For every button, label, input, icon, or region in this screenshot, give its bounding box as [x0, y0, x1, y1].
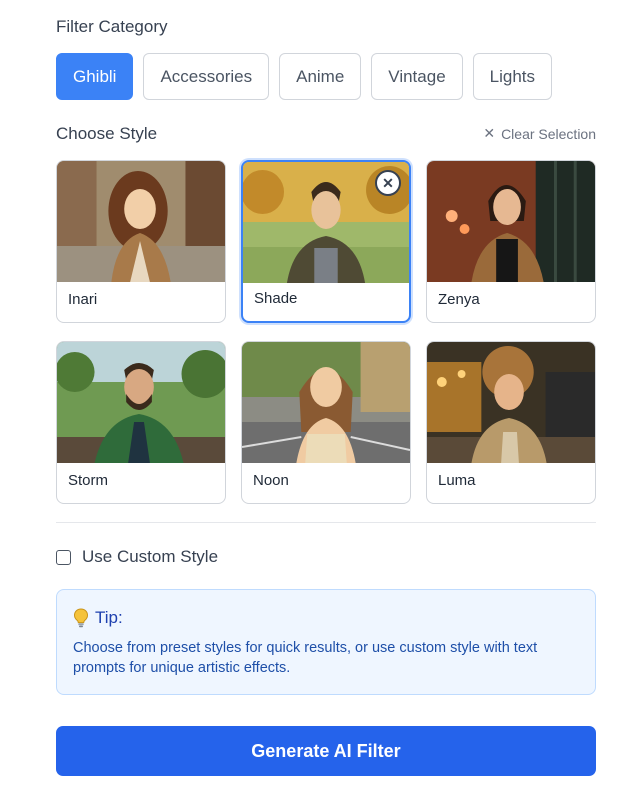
chip-vintage[interactable]: Vintage	[371, 53, 463, 100]
style-thumbnail	[427, 342, 595, 463]
chip-accessories[interactable]: Accessories	[143, 53, 270, 100]
style-name: Inari	[68, 291, 98, 308]
style-card-storm[interactable]: Storm	[56, 341, 226, 504]
choose-style-title: Choose Style	[56, 124, 158, 143]
custom-style-label: Use Custom Style	[82, 547, 219, 566]
clear-selection-button[interactable]: ✕ Clear Selection	[483, 125, 596, 142]
style-card-zenya[interactable]: Zenya	[426, 160, 596, 323]
style-thumbnail	[427, 161, 595, 282]
style-thumbnail	[57, 161, 225, 282]
chip-ghibli[interactable]: Ghibli	[56, 53, 134, 100]
style-name: Noon	[253, 472, 289, 489]
style-grid: Inari ✕ Shade Zenya Storm Noon Luma	[56, 160, 596, 504]
style-thumbnail	[57, 342, 225, 463]
style-card-luma[interactable]: Luma	[426, 341, 596, 504]
category-chips: Ghibli Accessories Anime Vintage Lights	[56, 53, 553, 100]
custom-style-checkbox[interactable]	[56, 549, 71, 565]
style-card-noon[interactable]: Noon	[241, 341, 411, 504]
style-name: Luma	[438, 472, 476, 489]
custom-style-toggle[interactable]: Use Custom Style	[56, 547, 218, 567]
clear-selection-label: Clear Selection	[501, 125, 596, 142]
style-card-inari[interactable]: Inari	[56, 160, 226, 323]
close-icon: ✕	[483, 125, 496, 141]
chip-lights[interactable]: Lights	[472, 53, 553, 100]
deselect-icon[interactable]: ✕	[375, 170, 401, 196]
tip-text: Choose from preset styles for quick resu…	[73, 640, 538, 676]
lightbulb-icon	[73, 608, 89, 628]
style-name: Storm	[68, 472, 109, 489]
tip-box: Tip: Choose from preset styles for quick…	[56, 589, 596, 695]
style-name: Shade	[254, 290, 298, 307]
section-divider	[56, 522, 596, 523]
tip-title: Tip:	[95, 608, 123, 627]
style-card-shade[interactable]: ✕ Shade	[241, 160, 411, 323]
filter-category-title: Filter Category	[56, 17, 168, 36]
generate-ai-filter-button[interactable]: Generate AI Filter	[56, 726, 596, 776]
style-name: Zenya	[438, 291, 480, 308]
chip-anime[interactable]: Anime	[279, 53, 362, 100]
style-thumbnail	[242, 342, 410, 463]
